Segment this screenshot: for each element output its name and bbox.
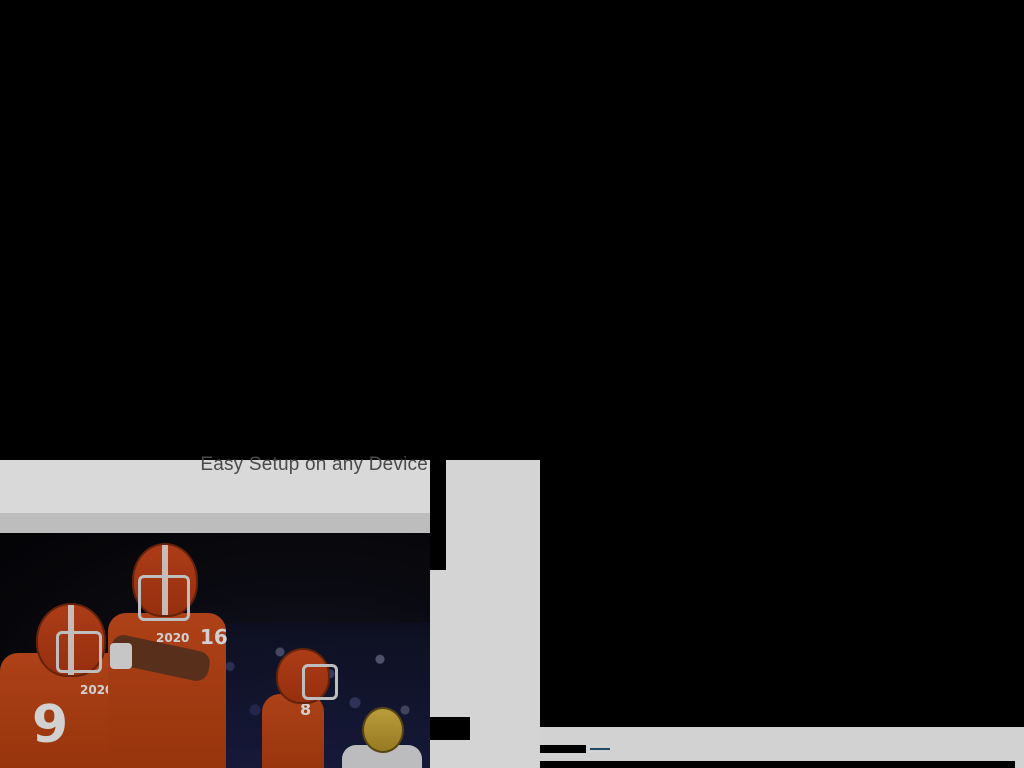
player-right-facemask	[302, 664, 338, 700]
player-right: 8	[262, 648, 342, 768]
player-center-wristband	[110, 643, 132, 669]
side-column-marker	[430, 717, 470, 740]
football-photo: 9 2020 16 2020 8	[0, 533, 430, 768]
footer-bottom-bar	[540, 761, 1015, 768]
footer-strip	[540, 727, 1024, 768]
divider-bar	[0, 513, 430, 533]
player-center-number: 16	[200, 625, 228, 649]
screen: Easy Setup on any Device 9 2020 16 2020	[0, 0, 1024, 768]
feature-panel: Easy Setup on any Device	[0, 454, 430, 513]
player-opponent-helmet	[362, 707, 404, 753]
player-right-jersey	[262, 694, 324, 768]
player-left-number: 9	[32, 695, 69, 755]
player-center-facemask	[138, 575, 190, 621]
player-left-facemask	[56, 631, 102, 673]
gap-block	[430, 460, 446, 570]
tagline-text: Easy Setup on any Device	[200, 454, 428, 475]
blank-overlay-top	[0, 0, 1024, 460]
player-center: 16 2020	[100, 543, 230, 768]
footer-accent-line	[590, 748, 610, 750]
player-opponent	[340, 705, 425, 768]
blank-overlay-right	[540, 460, 1024, 727]
footer-label-block	[540, 745, 586, 753]
side-column-top	[446, 460, 540, 570]
